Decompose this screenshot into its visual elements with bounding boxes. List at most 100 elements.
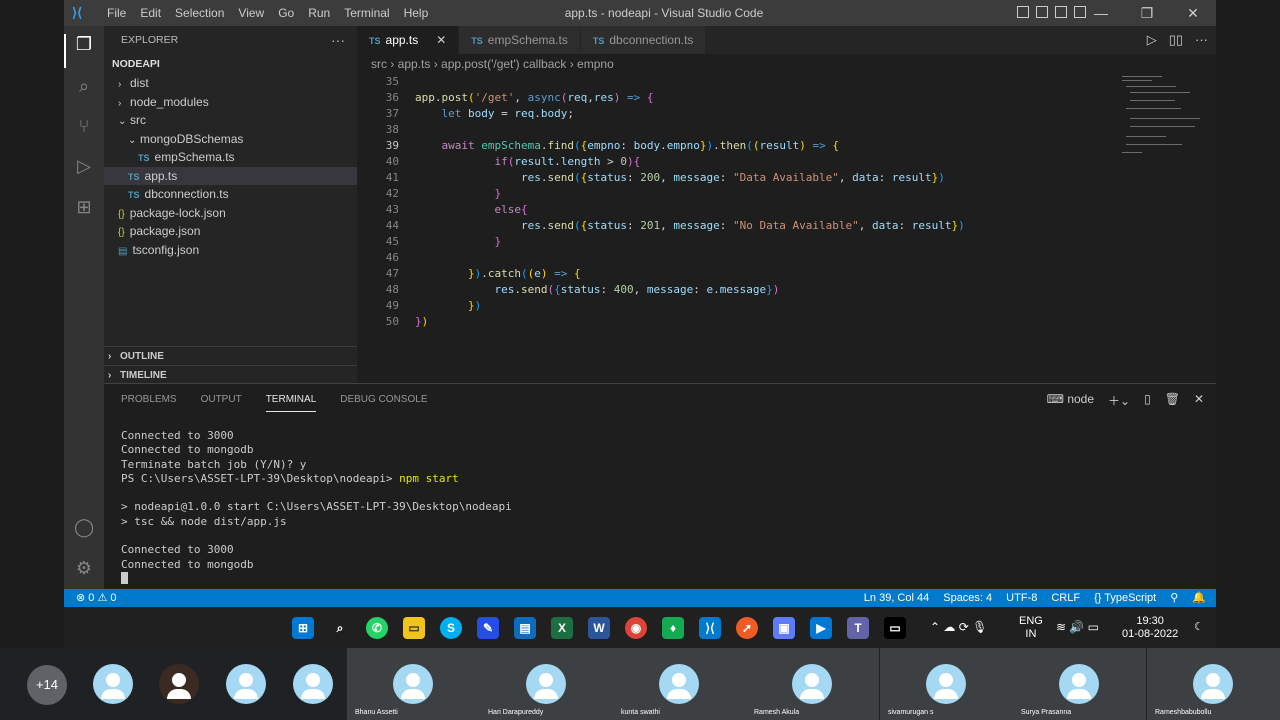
cursor-position[interactable]: Ln 39, Col 44 <box>864 589 929 607</box>
run-icon[interactable]: ▷ <box>1147 26 1157 54</box>
tab-app-ts[interactable]: TS app.ts ✕ <box>357 26 460 54</box>
panel-tab-output[interactable]: OUTPUT <box>201 384 242 416</box>
code-view[interactable]: 35 36 app.post('/get', async(req,res) => {… <box>357 74 1097 330</box>
skype-icon[interactable]: S <box>440 617 462 639</box>
tree-item-app-ts[interactable]: TS app.ts <box>104 166 357 185</box>
notepad-icon[interactable]: ▤ <box>514 617 536 639</box>
breadcrumb-item[interactable]: app.post('/get') callback <box>441 57 566 71</box>
participant-tile[interactable] <box>213 648 279 720</box>
tree-item-src[interactable]: ⌄ src <box>104 111 357 130</box>
close-window-icon[interactable]: ✕ <box>1170 0 1216 26</box>
source-control-icon[interactable]: ⑂ <box>74 116 94 136</box>
search-taskbar-icon[interactable]: ⌕ <box>329 617 351 639</box>
kill-terminal-icon[interactable]: 🗑 <box>1165 392 1180 409</box>
remote-desktop-icon[interactable]: ▣ <box>773 617 795 639</box>
panel-tab-terminal[interactable]: TERMINAL <box>265 388 317 412</box>
tree-item-empschema-ts[interactable]: TS empSchema.ts <box>104 148 357 167</box>
participant-tile[interactable]: Ramesh Akula <box>746 648 879 720</box>
menu-terminal[interactable]: Terminal <box>337 0 396 26</box>
tree-item-mongodbschemas[interactable]: ⌄ mongoDBSchemas <box>104 130 357 149</box>
menu-run[interactable]: Run <box>301 0 337 26</box>
encoding[interactable]: UTF-8 <box>1006 589 1037 607</box>
minimize-icon[interactable]: — <box>1078 0 1124 26</box>
settings-gear-icon[interactable]: ⚙ <box>74 558 94 578</box>
tree-item-dbconnection-ts[interactable]: TS dbconnection.ts <box>104 185 357 204</box>
account-icon[interactable]: ◯ <box>74 517 94 537</box>
panel-tab-debug-console[interactable]: DEBUG CONSOLE <box>340 384 427 416</box>
toggle-sidebar-icon[interactable] <box>1017 6 1029 18</box>
toggle-secondary-sidebar-icon[interactable] <box>1055 6 1067 18</box>
menu-go[interactable]: Go <box>271 0 301 26</box>
notifications-icon[interactable]: 🔔 <box>1192 589 1206 607</box>
breadcrumb-item[interactable]: app.ts <box>398 57 431 71</box>
participant-tile[interactable] <box>280 648 346 720</box>
new-terminal-icon[interactable]: ＋⌄ <box>1108 392 1130 409</box>
terminal-output[interactable]: Connected to 3000 Connected to mongodb Ter… <box>121 429 512 586</box>
whatsapp-icon[interactable]: ✆ <box>366 617 388 639</box>
tray-icons[interactable]: ⌃ ☁ ⟳ 🎙 <box>930 620 987 634</box>
clock[interactable]: 19:30 01-08-2022 <box>1122 615 1178 641</box>
tree-item-package-lock-json[interactable]: {} package-lock.json <box>104 204 357 223</box>
outline-section[interactable]: › OUTLINE <box>104 346 357 365</box>
start-icon[interactable]: ⊞ <box>292 617 314 639</box>
file-explorer-icon[interactable]: ▭ <box>403 617 425 639</box>
project-folder[interactable]: NODEAPI <box>104 54 357 74</box>
more-actions-icon[interactable]: ··· <box>331 26 345 54</box>
menu-file[interactable]: File <box>100 0 133 26</box>
participant-tile[interactable] <box>146 648 212 720</box>
split-editor-icon[interactable]: ▯▯ <box>1169 26 1183 54</box>
tree-item-dist[interactable]: › dist <box>104 74 357 93</box>
breadcrumb-item[interactable]: empno <box>577 57 614 71</box>
explorer-icon[interactable]: ❐ <box>74 34 94 54</box>
more-icon[interactable]: ··· <box>1195 26 1208 54</box>
menu-edit[interactable]: Edit <box>133 0 168 26</box>
participant-tile[interactable]: Rameshbabubollu <box>1147 648 1280 720</box>
participant-tile[interactable]: Bhanu Assetti <box>347 648 480 720</box>
participant-tile[interactable]: Surya Prasanna <box>1013 648 1146 720</box>
language-indicator[interactable]: ENG IN <box>1019 615 1043 641</box>
notification-center-icon[interactable]: ☾ <box>1194 620 1204 633</box>
media-player-icon[interactable]: ▶ <box>810 617 832 639</box>
toggle-panel-icon[interactable] <box>1036 6 1048 18</box>
participant-tile[interactable]: sivamurugan s <box>880 648 1013 720</box>
postman-icon[interactable]: ➚ <box>736 617 758 639</box>
chrome-icon[interactable]: ◉ <box>625 617 647 639</box>
close-panel-icon[interactable]: ✕ <box>1194 392 1204 409</box>
more-participants-badge[interactable]: +14 <box>27 665 67 705</box>
word-icon[interactable]: W <box>588 617 610 639</box>
run-debug-icon[interactable]: ▷ <box>74 156 94 176</box>
participant-tile[interactable]: Hari Darapureddy <box>480 648 613 720</box>
menu-help[interactable]: Help <box>397 0 436 26</box>
feedback-icon[interactable]: ⚲ <box>1170 589 1178 607</box>
tree-item-package-json[interactable]: {} package.json <box>104 222 357 241</box>
minimap[interactable] <box>1122 74 1202 174</box>
mongodb-compass-icon[interactable]: ♦ <box>662 617 684 639</box>
split-terminal-icon[interactable]: ▯ <box>1144 392 1151 409</box>
breadcrumb-item[interactable]: src <box>371 57 387 71</box>
menu-view[interactable]: View <box>231 0 271 26</box>
vscode-taskbar-icon[interactable]: ⟩⟨ <box>699 617 721 639</box>
menu-selection[interactable]: Selection <box>168 0 231 26</box>
close-tab-icon[interactable]: ✕ <box>436 33 446 47</box>
excel-icon[interactable]: X <box>551 617 573 639</box>
participant-tile[interactable] <box>80 648 146 720</box>
tab-empSchema-ts[interactable]: TS empSchema.ts <box>459 26 581 54</box>
participant-tile[interactable]: kunta swathi <box>613 648 746 720</box>
tree-item-node-modules[interactable]: › node_modules <box>104 93 357 112</box>
tab-dbconnection-ts[interactable]: TS dbconnection.ts <box>580 26 707 54</box>
language-mode[interactable]: {} TypeScript <box>1094 589 1156 607</box>
app-icon[interactable]: ✎ <box>477 617 499 639</box>
terminal-app-icon[interactable]: ▭ <box>884 617 906 639</box>
problems-indicator[interactable]: ⊗ 0 ⚠ 0 <box>76 589 116 607</box>
extensions-icon[interactable]: ⊞ <box>74 197 94 217</box>
panel-tab-problems[interactable]: PROBLEMS <box>121 384 177 416</box>
timeline-section[interactable]: › TIMELINE <box>104 365 357 384</box>
indentation[interactable]: Spaces: 4 <box>943 589 992 607</box>
teams-icon[interactable]: T <box>847 617 869 639</box>
line-ending[interactable]: CRLF <box>1051 589 1080 607</box>
terminal-selector[interactable]: ⌨ node <box>1047 392 1094 409</box>
network-volume-battery[interactable]: ≋ 🔊 ▭ <box>1056 620 1099 634</box>
restore-icon[interactable]: ❐ <box>1124 0 1170 26</box>
tree-item-tsconfig-json[interactable]: ▤ tsconfig.json <box>104 241 357 260</box>
search-icon[interactable]: ⌕ <box>74 76 94 96</box>
